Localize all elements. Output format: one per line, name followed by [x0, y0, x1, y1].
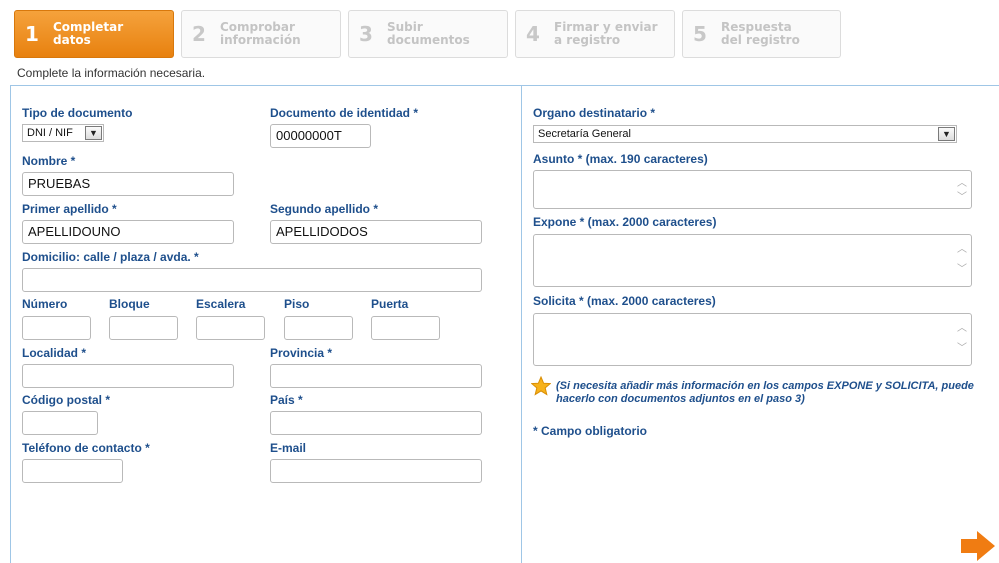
piso-input[interactable] — [284, 316, 353, 340]
codigo-postal-input[interactable] — [22, 411, 98, 435]
step-label: Firmar y enviar a registro — [554, 20, 658, 47]
step-4-firmar-enviar[interactable]: 4 Firmar y enviar a registro — [515, 10, 675, 58]
domicilio-input[interactable] — [22, 268, 482, 292]
step-label: Completar datos — [53, 20, 124, 47]
asunto-label: Asunto * (max. 190 caracteres) — [533, 152, 708, 166]
codigo-postal-label: Código postal * — [22, 393, 110, 407]
scroll-up-icon[interactable]: ︿ — [957, 245, 967, 255]
puerta-label: Puerta — [371, 297, 409, 311]
solicita-textarea[interactable]: ︿ ﹀ — [533, 313, 972, 366]
asunto-textarea[interactable]: ︿ ﹀ — [533, 170, 972, 209]
localidad-label: Localidad * — [22, 346, 87, 360]
step-3-subir-documentos[interactable]: 3 Subir documentos — [348, 10, 508, 58]
documento-identidad-label: Documento de identidad * — [270, 106, 419, 120]
step-number: 2 — [192, 22, 206, 46]
localidad-input[interactable] — [22, 364, 234, 388]
step-number: 3 — [359, 22, 373, 46]
organo-destinatario-value: Secretaría General — [538, 128, 631, 140]
step-label: Subir documentos — [387, 20, 470, 47]
numero-input[interactable] — [22, 316, 91, 340]
email-label: E-mail — [270, 441, 307, 455]
segundo-apellido-input[interactable]: APELLIDODOS — [270, 220, 482, 244]
provincia-label: Provincia * — [270, 346, 333, 360]
expone-textarea[interactable]: ︿ ﹀ — [533, 234, 972, 287]
tipo-documento-label: Tipo de documento — [22, 106, 133, 120]
required-field-note: * Campo obligatorio — [533, 424, 647, 438]
scroll-down-icon[interactable]: ﹀ — [957, 265, 967, 275]
escalera-label: Escalera — [196, 297, 246, 311]
additional-info-note: (Si necesita añadir más información en l… — [556, 380, 974, 405]
domicilio-label: Domicilio: calle / plaza / avda. * — [22, 250, 199, 264]
step-number: 1 — [25, 22, 39, 46]
telefono-input[interactable] — [22, 459, 123, 483]
column-divider — [521, 86, 522, 563]
solicita-label: Solicita * (max. 2000 caracteres) — [533, 294, 716, 308]
email-input[interactable] — [270, 459, 482, 483]
telefono-label: Teléfono de contacto * — [22, 441, 150, 455]
pais-label: País * — [270, 393, 303, 407]
step-5-respuesta-registro[interactable]: 5 Respuesta del registro — [682, 10, 841, 58]
next-arrow-icon[interactable] — [961, 531, 995, 561]
step-1-completar-datos[interactable]: 1 Completar datos — [14, 10, 174, 58]
segundo-apellido-label: Segundo apellido * — [270, 202, 379, 216]
primer-apellido-input[interactable]: APELLIDOUNO — [22, 220, 234, 244]
organo-destinatario-select[interactable]: Secretaría General ▼ — [533, 125, 957, 143]
expone-label: Expone * (max. 2000 caracteres) — [533, 215, 717, 229]
nombre-label: Nombre * — [22, 154, 76, 168]
puerta-input[interactable] — [371, 316, 440, 340]
step-number: 4 — [526, 22, 540, 46]
piso-label: Piso — [284, 297, 310, 311]
step-label: Respuesta del registro — [721, 20, 800, 47]
step-2-comprobar-informacion[interactable]: 2 Comprobar información — [181, 10, 341, 58]
step-number: 5 — [693, 22, 707, 46]
pais-input[interactable] — [270, 411, 482, 435]
numero-label: Número — [22, 297, 68, 311]
scroll-up-icon[interactable]: ︿ — [957, 179, 967, 189]
tipo-documento-select[interactable]: DNI / NIF ▼ — [22, 124, 104, 142]
organo-destinatario-label: Organo destinatario * — [533, 106, 656, 120]
nombre-input[interactable]: PRUEBAS — [22, 172, 234, 196]
escalera-input[interactable] — [196, 316, 265, 340]
chevron-down-icon[interactable]: ▼ — [85, 126, 102, 140]
documento-identidad-input[interactable]: 00000000T — [270, 124, 371, 148]
tipo-documento-value: DNI / NIF — [27, 127, 73, 139]
provincia-input[interactable] — [270, 364, 482, 388]
bloque-input[interactable] — [109, 316, 178, 340]
chevron-down-icon[interactable]: ▼ — [938, 127, 955, 141]
primer-apellido-label: Primer apellido * — [22, 202, 117, 216]
scroll-down-icon[interactable]: ﹀ — [957, 344, 967, 354]
scroll-up-icon[interactable]: ︿ — [957, 324, 967, 334]
bloque-label: Bloque — [109, 297, 150, 311]
scroll-down-icon[interactable]: ﹀ — [957, 193, 967, 203]
instruction-text: Complete la información necesaria. — [17, 66, 206, 80]
step-label: Comprobar información — [220, 20, 301, 47]
star-icon — [531, 376, 551, 396]
